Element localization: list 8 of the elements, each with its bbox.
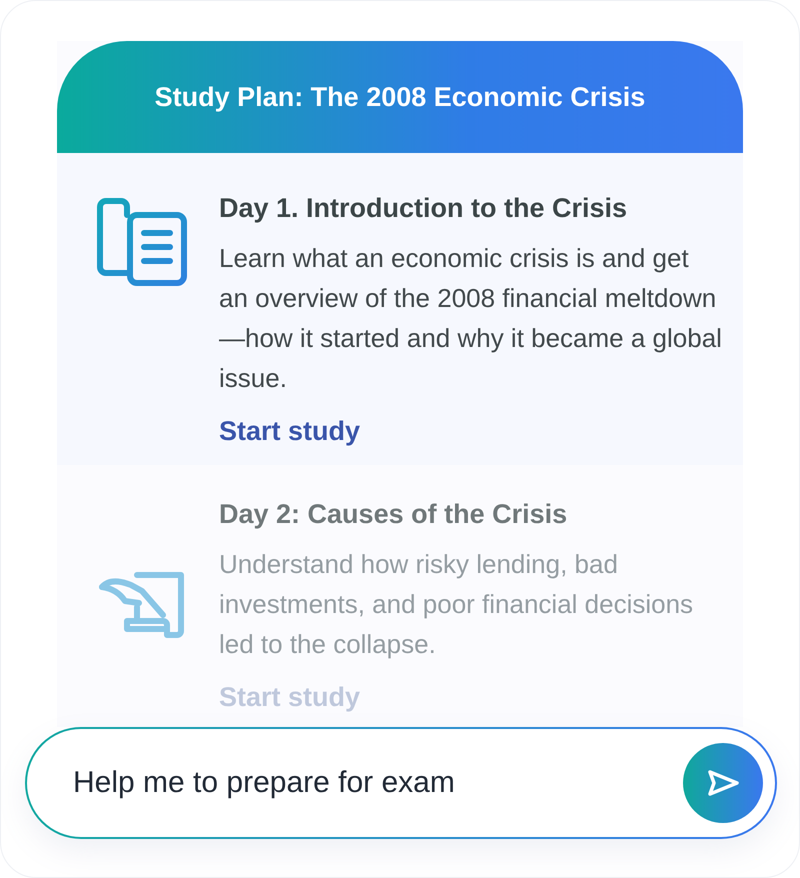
documents-icon [97, 197, 187, 287]
prompt-field[interactable]: Help me to prepare for exam [25, 727, 777, 839]
plan-title: Study Plan: The 2008 Economic Crisis [154, 82, 646, 112]
day-title: Day 1. Introduction to the Crisis [219, 193, 628, 224]
day-description: Understand how risky lending, bad investments, and poor financial decisions led to the collapse. [219, 548, 694, 661]
start-study-link[interactable]: Start study [219, 416, 724, 447]
day-description: Learn what an economic crisis is and get an overview of the 2008 financial meltdown—how it started and why it became a global issue. [219, 242, 723, 395]
day-title: Day 2: Causes of the Crisis [219, 499, 568, 530]
